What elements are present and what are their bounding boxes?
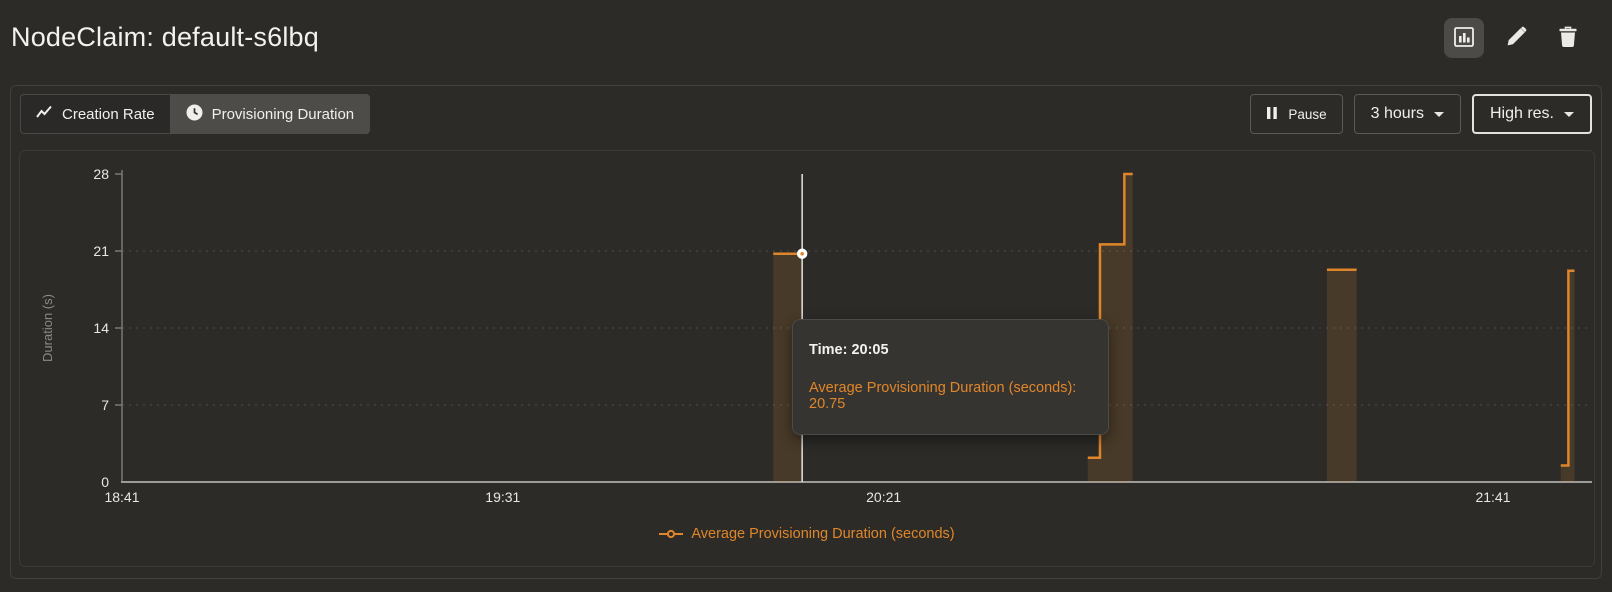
- svg-text:14: 14: [93, 320, 109, 336]
- tooltip-time: Time: 20:05: [809, 342, 1092, 358]
- tab-provisioning-duration[interactable]: Provisioning Duration: [170, 94, 371, 134]
- chart-legend[interactable]: Average Provisioning Duration (seconds): [20, 526, 1594, 542]
- delete-button[interactable]: [1548, 18, 1588, 58]
- resolution-select[interactable]: High res.: [1472, 94, 1592, 134]
- svg-text:28: 28: [93, 166, 109, 182]
- tooltip-value: Average Provisioning Duration (seconds):…: [809, 380, 1092, 412]
- pause-label: Pause: [1288, 107, 1326, 122]
- svg-text:0: 0: [101, 474, 109, 490]
- chevron-down-icon: [1434, 112, 1444, 117]
- bar-chart-icon: [1453, 26, 1475, 51]
- resolution-value: High res.: [1490, 105, 1554, 123]
- bar-chart-view-button[interactable]: [1444, 18, 1484, 58]
- pause-button[interactable]: Pause: [1250, 94, 1342, 134]
- time-range-value: 3 hours: [1371, 105, 1424, 123]
- chart-tooltip: Time: 20:05 Average Provisioning Duratio…: [792, 319, 1109, 435]
- pause-icon: [1266, 106, 1278, 123]
- chart-container[interactable]: 0 7 14 21 28 Duration (s) 18:41 19:31 20:21 21:41…: [19, 150, 1595, 567]
- legend-marker-icon: [659, 529, 683, 539]
- header-actions: [1444, 18, 1588, 58]
- metric-tabs: Creation Rate Provisioning Duration: [20, 94, 370, 134]
- tab-label: Provisioning Duration: [212, 106, 355, 123]
- svg-text:21: 21: [93, 243, 109, 259]
- edit-button[interactable]: [1496, 18, 1536, 58]
- svg-text:19:31: 19:31: [485, 489, 520, 505]
- chevron-down-icon: [1564, 112, 1574, 117]
- svg-text:21:41: 21:41: [1475, 489, 1510, 505]
- chart-toolbar: Creation Rate Provisioning Duration: [20, 94, 1592, 134]
- svg-text:20:21: 20:21: [866, 489, 901, 505]
- svg-text:7: 7: [101, 397, 109, 413]
- page-title: NodeClaim: default-s6lbq: [11, 22, 319, 53]
- trend-line-icon: [36, 105, 53, 123]
- clock-icon: [186, 104, 203, 125]
- svg-text:18:41: 18:41: [104, 489, 139, 505]
- svg-text:Duration (s): Duration (s): [40, 294, 55, 362]
- pencil-icon: [1504, 25, 1528, 52]
- tab-creation-rate[interactable]: Creation Rate: [20, 94, 170, 134]
- page-header: NodeClaim: default-s6lbq: [0, 0, 1612, 76]
- toolbar-controls: Pause 3 hours High res.: [1250, 94, 1592, 134]
- trash-icon: [1557, 25, 1579, 52]
- legend-label: Average Provisioning Duration (seconds): [691, 526, 954, 542]
- chart-panel: Creation Rate Provisioning Duration: [10, 85, 1602, 579]
- tab-label: Creation Rate: [62, 106, 155, 123]
- time-range-select[interactable]: 3 hours: [1354, 94, 1461, 134]
